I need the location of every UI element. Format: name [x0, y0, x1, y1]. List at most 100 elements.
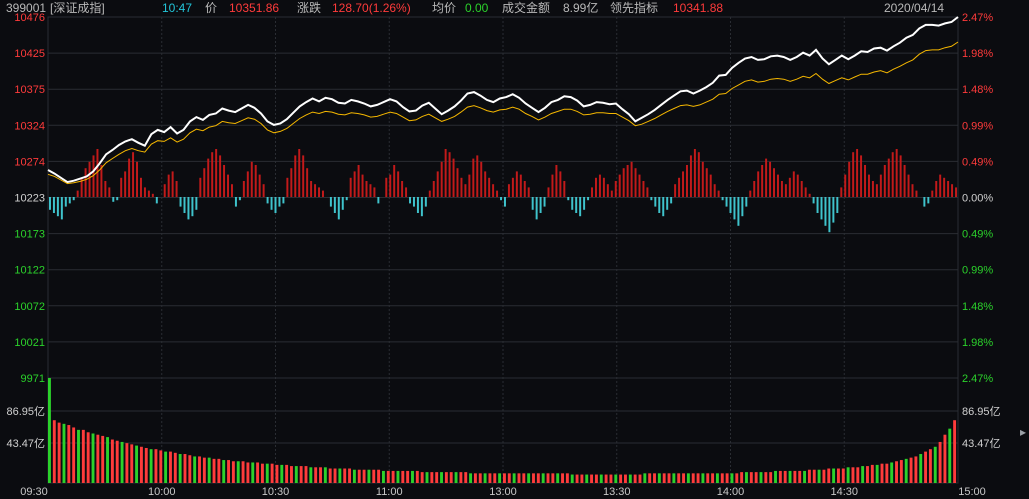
macd-bar-up: [472, 158, 475, 197]
volume-bar: [386, 470, 390, 483]
macd-bar-down: [571, 197, 574, 210]
volume-bar: [488, 473, 492, 483]
macd-bar-down: [424, 197, 427, 207]
volume-bar: [638, 474, 642, 483]
macd-bar-up: [848, 161, 851, 197]
volume-bar: [319, 467, 322, 483]
macd-bar-up: [294, 155, 297, 197]
volume-bar: [570, 474, 574, 483]
chevron-right-icon[interactable]: ▸: [1018, 424, 1028, 440]
pct-tick-label: 2.47%: [962, 373, 993, 385]
macd-bar-up: [397, 171, 400, 197]
macd-bar-down: [187, 197, 190, 220]
volume-bar: [106, 437, 109, 483]
macd-bar-up: [749, 190, 752, 197]
volume-bar: [662, 473, 666, 483]
macd-bar-up: [211, 152, 214, 197]
macd-bar-down: [816, 197, 819, 213]
volume-bar: [740, 472, 744, 483]
volume-bar: [565, 473, 569, 483]
macd-bar-down: [274, 197, 277, 213]
volume-bar: [706, 473, 710, 483]
volume-bar: [943, 434, 947, 483]
volume-bar: [62, 423, 66, 483]
macd-bar-up: [215, 149, 218, 197]
macd-bar-up: [460, 177, 463, 197]
macd-bar-up: [939, 174, 942, 197]
macd-bar-up: [464, 184, 467, 197]
volume-bar: [246, 462, 250, 483]
macd-bar-up: [480, 161, 483, 197]
macd-bar-up: [674, 184, 677, 197]
macd-bar-down: [927, 197, 930, 204]
macd-bar-up: [891, 152, 894, 197]
time-tick-label: 10:00: [148, 486, 176, 498]
macd-bar-up: [864, 165, 867, 197]
macd-bar-up: [353, 171, 356, 197]
intraday-chart[interactable]: 10476 10425 10375 10324 10274 10223 10173 10122…: [0, 0, 1029, 499]
volume-bar: [256, 462, 260, 483]
volume-bar: [328, 468, 332, 483]
macd-bar-up: [883, 165, 886, 197]
volume-bar: [769, 472, 773, 483]
macd-bar-down: [531, 197, 534, 210]
volume-bar: [352, 469, 356, 483]
macd-bar-down: [654, 197, 657, 207]
macd-bar-up: [104, 181, 107, 197]
macd-bar-up: [559, 171, 562, 197]
macd-bar-up: [405, 187, 408, 197]
macd-bar-up: [591, 187, 594, 197]
macd-bar-up: [844, 174, 847, 197]
volume-bar: [899, 460, 903, 483]
macd-bar-up: [808, 193, 811, 197]
volume-bar: [154, 449, 158, 483]
volume-bar: [861, 466, 865, 483]
macd-bar-down: [500, 197, 503, 201]
macd-bar-down: [583, 197, 586, 210]
volume-bar: [590, 474, 594, 483]
volume-bar: [478, 473, 482, 483]
volume-bar: [440, 472, 443, 483]
volume-bar: [909, 457, 913, 483]
volume-bar: [614, 474, 618, 483]
macd-bar-up: [773, 168, 776, 197]
volume-bar: [348, 468, 352, 483]
macd-bar-down: [587, 197, 590, 201]
volume-bar: [362, 469, 366, 483]
volume-bar: [841, 468, 845, 483]
macd-bar-down: [836, 197, 839, 213]
volume-bar: [953, 420, 957, 483]
volume-bar: [895, 461, 898, 483]
macd-bar-up: [511, 177, 514, 197]
macd-bar-up: [951, 184, 954, 197]
macd-bar-up: [258, 174, 261, 197]
macd-bar-up: [769, 161, 772, 197]
volume-bar: [836, 468, 840, 483]
macd-bar-up: [468, 174, 471, 197]
macd-bar-up: [634, 168, 637, 197]
volume-bar: [667, 473, 671, 483]
macd-bar-up: [132, 152, 135, 197]
volume-bar: [207, 457, 211, 483]
macd-bar-up: [903, 165, 906, 197]
macd-bar-up: [143, 187, 146, 197]
volume-bar: [793, 470, 797, 483]
macd-bar-down: [721, 197, 724, 201]
macd-bar-up: [385, 177, 388, 197]
macd-bar-up: [361, 174, 364, 197]
volume-bar: [594, 474, 598, 483]
macd-bar-down: [48, 197, 51, 210]
volume-bar: [101, 435, 105, 483]
macd-bar-down: [737, 197, 740, 226]
macd-bar-up: [614, 181, 617, 197]
volume-bar: [754, 472, 758, 483]
volume-bar: [270, 463, 274, 483]
macd-bar-up: [175, 181, 178, 197]
macd-bar-up: [943, 177, 946, 197]
macd-bar-down: [745, 197, 748, 207]
macd-bar-down: [670, 197, 673, 204]
macd-bar-up: [444, 149, 447, 197]
macd-bar-down: [733, 197, 736, 220]
volume-tick-label: 86.95亿: [962, 405, 1001, 418]
volume-bar: [745, 472, 748, 483]
